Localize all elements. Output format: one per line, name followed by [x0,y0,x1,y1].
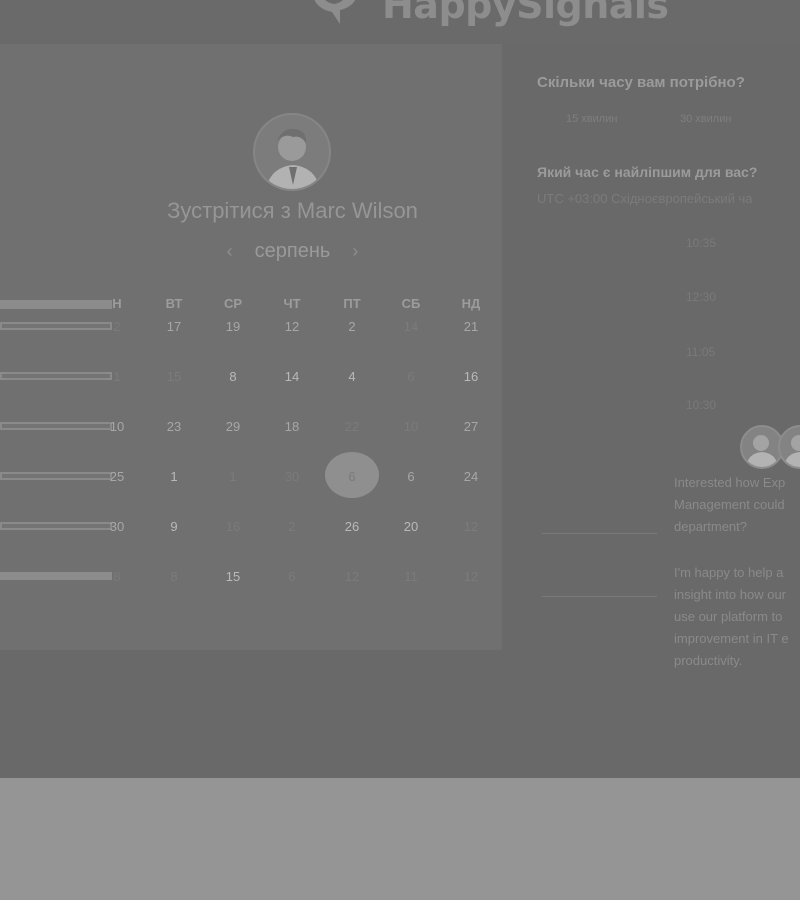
message-line: department? [674,519,747,534]
brand-name: HappySignals [382,0,669,27]
meeting-title: Зустрітися з Marc Wilson [167,198,418,223]
logo: HappySignals [300,0,669,26]
team-avatar-small [778,425,800,469]
divider [542,533,657,534]
message-line: I'm happy to help a [674,565,784,580]
calendar-day[interactable]: 20 [391,519,431,534]
intro-message: Interested how Exp Management could depa… [674,472,800,538]
week-row-bar [0,472,112,480]
calendar-day[interactable]: 8 [213,369,253,384]
time-slot[interactable]: 10:30 [686,398,716,412]
message-line: use our platform to [674,609,783,624]
calendar-day[interactable]: 15 [213,569,253,584]
calendar-day[interactable]: 1 [213,469,253,484]
week-row-bar [0,372,112,380]
message-line: improvement in IT e [674,631,789,646]
chevron-right-icon[interactable]: › [352,241,358,262]
message-line: insight into how our [674,587,787,602]
message-line: Interested how Exp [674,475,786,490]
calendar-day[interactable]: 6 [391,469,431,484]
calendar-day[interactable]: 2 [272,519,312,534]
duration-question: Скільки часу вам потрібно? [537,74,745,91]
message-line: Management could [674,497,785,512]
calendar-day[interactable]: 19 [213,319,253,334]
header: HappySignals [0,0,800,42]
time-slot[interactable]: 11:05 [686,345,715,359]
week-row-bar [0,572,112,580]
calendar-day-selected[interactable]: 6 [332,469,372,484]
calendar-day[interactable]: 22 [332,419,372,434]
calendar-day[interactable]: 1 [97,369,137,384]
calendar-day[interactable]: 15 [154,369,194,384]
calendar-day[interactable]: 25 [97,469,137,484]
dimmed-page: HappySignals Зустрітися з Marc Wilson ‹ … [0,0,800,778]
calendar-day[interactable]: 29 [213,419,253,434]
calendar-day[interactable]: 10 [97,419,137,434]
message-line: productivity. [674,653,743,668]
calendar-day[interactable]: 16 [213,519,253,534]
weekday-label: Н [112,296,122,311]
happysignals-logo-icon [300,0,370,26]
week-row-bar [0,422,112,430]
calendar-day[interactable]: 12 [332,569,372,584]
calendar-day[interactable]: 17 [154,319,194,334]
weekday-header: Н ВТ СР ЧТ ПТ СБ НД [0,296,502,314]
calendar-day[interactable]: 30 [97,519,137,534]
calendar-day[interactable]: 30 [272,469,312,484]
week-row-bar [0,322,112,330]
calendar-day[interactable]: 8 [154,569,194,584]
calendar-day[interactable]: 12 [451,569,491,584]
month-label: серпень [254,240,331,262]
calendar-day[interactable]: 11 [391,569,431,584]
host-avatar [253,113,331,191]
calendar-day[interactable]: 4 [332,369,372,384]
weekday-label: НД [461,296,481,311]
divider [542,596,657,597]
week-row-bar [0,522,112,530]
calendar-day[interactable]: 6 [391,369,431,384]
time-slot[interactable]: 12:30 [686,290,716,304]
calendar-day[interactable]: 2 [332,319,372,334]
calendar-day[interactable]: 16 [451,369,491,384]
weekday-label: ЧТ [283,296,301,311]
calendar-day[interactable]: 14 [272,369,312,384]
calendar-day[interactable]: 27 [451,419,491,434]
time-question: Який час є найліпшим для вас? [537,164,758,180]
calendar-card [0,44,502,650]
weekday-label: ВТ [165,296,183,311]
calendar-day[interactable]: 14 [391,319,431,334]
calendar-day[interactable]: 12 [451,519,491,534]
weekday-label: СР [223,296,243,311]
duration-option-15[interactable]: 15 хвилин [566,113,617,125]
calendar-day[interactable]: 21 [451,319,491,334]
timezone-selector[interactable]: UTC +03:00 Східноєвропейський ча [537,191,752,206]
calendar-day[interactable]: 6 [272,569,312,584]
weekday-label: ПТ [343,296,361,311]
calendar-day[interactable]: 12 [272,319,312,334]
calendar-day[interactable]: 2 [97,319,137,334]
calendar-day[interactable]: 26 [332,519,372,534]
time-slot[interactable]: 10:35 [686,236,716,250]
month-navigation: ‹ серпень › [0,240,585,263]
calendar-day[interactable]: 10 [391,419,431,434]
chevron-left-icon[interactable]: ‹ [227,241,233,262]
calendar-day[interactable]: 23 [154,419,194,434]
calendar-day[interactable]: 9 [154,519,194,534]
calendar-day[interactable]: 24 [451,469,491,484]
calendar-day[interactable]: 1 [154,469,194,484]
weekday-label: СБ [401,296,421,311]
calendar-day[interactable]: 8 [97,569,137,584]
help-message: I'm happy to help a insight into how our… [674,562,800,672]
calendar-day[interactable]: 18 [272,419,312,434]
duration-option-30[interactable]: 30 хвилин [680,113,731,125]
